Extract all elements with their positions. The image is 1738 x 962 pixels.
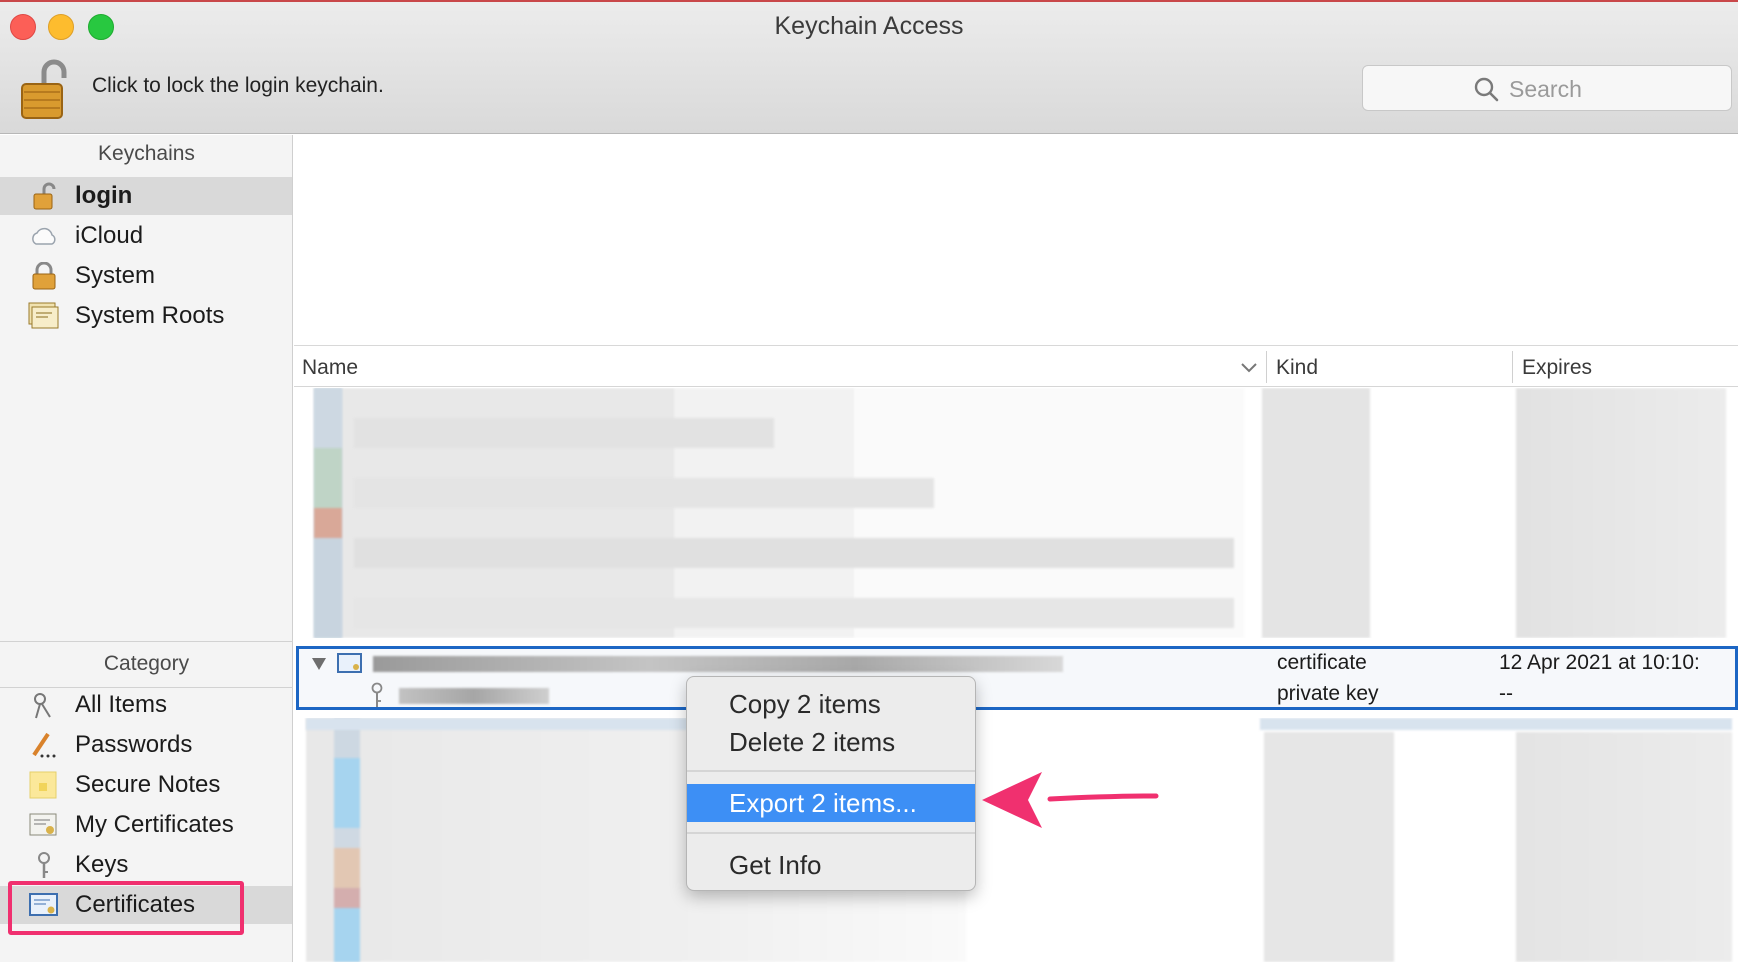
- sidebar-item-label: login: [75, 182, 133, 209]
- redacted-name: [399, 688, 549, 704]
- sidebar: Keychains login iCloud System System Roo…: [0, 135, 293, 962]
- menu-item-delete[interactable]: Delete 2 items: [687, 723, 975, 761]
- menu-separator: [687, 770, 975, 772]
- menu-item-export[interactable]: Export 2 items...: [687, 784, 975, 822]
- expires-cell: 12 Apr 2021 at 10:10:: [1499, 651, 1700, 674]
- titlebar: Keychain Access Click to lock the login …: [0, 2, 1738, 134]
- sidebar-item-label: All Items: [75, 691, 168, 718]
- sidebar-item-keys[interactable]: Keys: [0, 846, 292, 884]
- kind-cell: private key: [1277, 682, 1379, 705]
- sidebar-item-label: System: [75, 262, 156, 289]
- table-header: Name Kind Expires: [294, 347, 1738, 387]
- column-separator[interactable]: [1512, 351, 1513, 383]
- sidebar-item-label: Passwords: [75, 731, 193, 758]
- sidebar-item-icloud[interactable]: iCloud: [0, 217, 292, 255]
- cloud-icon: [28, 222, 60, 250]
- sidebar-item-label: System Roots: [75, 302, 225, 329]
- category-header: Category: [103, 652, 190, 675]
- search-placeholder: Search: [1509, 76, 1582, 102]
- chevron-down-icon[interactable]: [1240, 361, 1258, 379]
- sidebar-item-system-roots[interactable]: System Roots: [0, 297, 292, 335]
- sidebar-divider: [0, 641, 293, 642]
- sidebar-item-label: My Certificates: [75, 811, 234, 838]
- menu-separator: [687, 832, 975, 834]
- column-header-name[interactable]: Name: [302, 356, 358, 380]
- unlocked-padlock-icon: [28, 182, 60, 210]
- context-menu: Copy 2 items Delete 2 items Export 2 ite…: [686, 676, 976, 891]
- note-icon: [28, 771, 60, 799]
- unlocked-padlock-icon[interactable]: [18, 56, 70, 122]
- sidebar-item-all-items[interactable]: All Items: [0, 686, 292, 724]
- padlock-icon: [28, 261, 60, 290]
- menu-item-get-info[interactable]: Get Info: [687, 846, 975, 884]
- search-field[interactable]: Search: [1362, 65, 1732, 111]
- sidebar-item-passwords[interactable]: Passwords: [0, 726, 292, 764]
- search-icon: [1473, 76, 1499, 107]
- keychains-header: Keychains: [98, 142, 195, 165]
- sidebar-item-my-certificates[interactable]: My Certificates: [0, 806, 292, 844]
- kind-cell: certificate: [1277, 651, 1367, 674]
- key-icon: [28, 851, 60, 879]
- window-title: Keychain Access: [774, 12, 964, 40]
- sidebar-item-label: iCloud: [75, 222, 144, 249]
- sidebar-item-login[interactable]: login: [0, 177, 292, 215]
- lock-keychain-label[interactable]: Click to lock the login keychain.: [92, 74, 384, 98]
- table-row[interactable]: private key --: [299, 680, 1735, 709]
- item-detail-pane: [294, 135, 1738, 346]
- sidebar-item-label: Keys: [75, 851, 129, 878]
- certificate-stack-icon: [28, 302, 60, 330]
- table-row[interactable]: certificate 12 Apr 2021 at 10:10:: [299, 649, 1735, 678]
- sidebar-item-secure-notes[interactable]: Secure Notes: [0, 766, 292, 804]
- expires-cell: --: [1499, 682, 1513, 705]
- pen-icon: [28, 731, 60, 759]
- sidebar-item-label: Secure Notes: [75, 771, 221, 798]
- certificate-icon: [337, 652, 363, 679]
- menu-item-copy[interactable]: Copy 2 items: [687, 685, 975, 723]
- annotation-arrow-icon: [980, 766, 1160, 841]
- redacted-rows-top: [294, 388, 1738, 638]
- column-header-expires[interactable]: Expires: [1522, 356, 1592, 380]
- column-header-kind[interactable]: Kind: [1276, 356, 1318, 380]
- my-certificate-icon: [28, 811, 60, 839]
- disclosure-triangle-icon[interactable]: [311, 657, 327, 676]
- key-icon: [369, 682, 385, 713]
- selected-items-group[interactable]: certificate 12 Apr 2021 at 10:10: privat…: [296, 646, 1738, 710]
- redacted-name: [373, 656, 1063, 672]
- annotation-highlight-box: [8, 881, 244, 935]
- sidebar-item-system[interactable]: System: [0, 257, 292, 295]
- column-separator[interactable]: [1266, 351, 1267, 383]
- all-items-icon: [28, 691, 60, 719]
